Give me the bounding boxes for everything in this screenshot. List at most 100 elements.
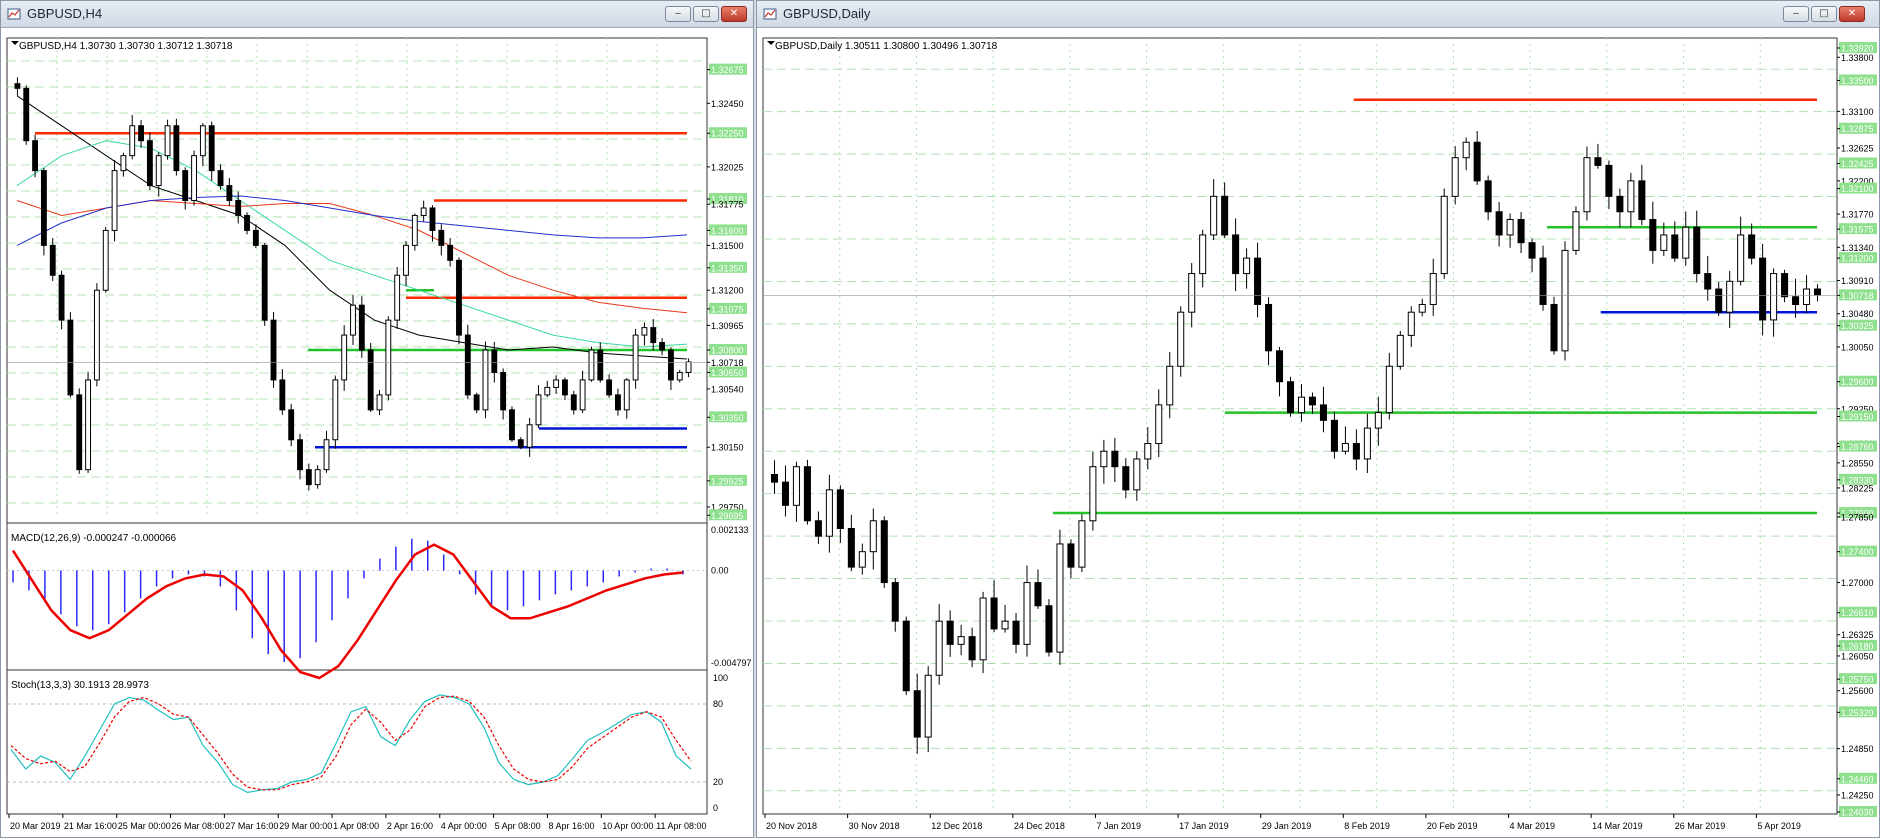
minimize-button[interactable]: ‒ — [665, 6, 691, 22]
candle-body — [1495, 211, 1503, 236]
candle-body — [579, 379, 586, 411]
time-axis-label: 20 Feb 2019 — [1427, 821, 1478, 831]
price-scale-label: 1.32425 — [1841, 159, 1874, 169]
candle-body — [279, 379, 286, 411]
candle-body — [1166, 365, 1174, 406]
price-scale-label: 1.26325 — [1841, 630, 1874, 640]
price-scale-label: 1.33100 — [1841, 107, 1874, 117]
candle-body — [473, 394, 480, 411]
candle-body — [1671, 234, 1679, 259]
candle-body — [825, 489, 833, 537]
candle-body — [102, 229, 109, 291]
daily-chart-canvas[interactable]: 1.339201.338001.335001.331001.328751.326… — [757, 28, 1879, 838]
candle-body — [597, 349, 604, 381]
h4-chart-header: GBPUSD,H4 1.30730 1.30730 1.30712 1.3071… — [19, 41, 233, 52]
candle-body — [58, 274, 65, 321]
daily-window-title: GBPUSD,Daily — [783, 6, 871, 21]
candle-body — [685, 361, 692, 373]
price-scale-label: 1.24850 — [1841, 744, 1874, 754]
candle-body — [659, 342, 666, 351]
candle-body — [1308, 396, 1316, 406]
candle-body — [935, 620, 943, 676]
candle-body — [562, 379, 568, 396]
candle-body — [957, 636, 965, 645]
price-scale-label: 1.27400 — [1841, 547, 1874, 557]
candle-body — [1122, 466, 1130, 491]
candle-body — [1374, 412, 1382, 429]
candle-body — [1583, 157, 1591, 213]
price-scale-label: 1.30965 — [711, 321, 744, 331]
price-scale-label: 1.29695 — [711, 511, 744, 521]
maximize-button[interactable]: □ — [1811, 6, 1837, 22]
candle-body — [323, 439, 330, 471]
candle-body — [1265, 303, 1273, 352]
candle-body — [297, 439, 303, 471]
price-scale-label: 1.28760 — [1841, 442, 1874, 452]
daily-window-titlebar[interactable]: GBPUSD,Daily ‒ □ ✕ — [757, 1, 1879, 28]
candle-body — [1627, 180, 1635, 213]
minimize-button[interactable]: ‒ — [1783, 6, 1809, 22]
maximize-button[interactable]: □ — [693, 6, 719, 22]
price-scale-label: 1.31600 — [711, 226, 744, 236]
candle-body — [456, 259, 462, 336]
candle-body — [1781, 273, 1789, 298]
candle-body — [1429, 273, 1437, 305]
time-axis-label: 24 Dec 2018 — [1014, 821, 1065, 831]
candle-body — [49, 244, 56, 276]
price-scale-label: 1.30050 — [1841, 342, 1874, 352]
time-axis-label: 29 Mar 00:00 — [279, 821, 332, 831]
candle-body — [191, 155, 197, 202]
candle-body — [1572, 211, 1580, 251]
candle-body — [464, 334, 471, 396]
time-axis-label: 10 Apr 00:00 — [602, 821, 653, 831]
time-axis-label: 5 Apr 08:00 — [495, 821, 541, 831]
candle-body — [641, 327, 648, 336]
close-button[interactable]: ✕ — [721, 6, 747, 22]
candle-body — [420, 207, 427, 216]
candle-body — [781, 481, 789, 506]
candle-body — [1034, 582, 1042, 607]
h4-chart-canvas[interactable]: 0.002133 0.00 -0.004797 100 80 20 0 1.32675 1.… — [1, 28, 753, 838]
candle-body — [1341, 443, 1349, 452]
candle-body — [509, 409, 515, 441]
price-scale-label: 1.31500 — [711, 241, 744, 251]
candle-body — [438, 229, 445, 246]
candle-body — [235, 200, 242, 216]
candle-body — [146, 140, 153, 187]
candle-body — [650, 327, 657, 344]
time-axis-label: 27 Mar 16:00 — [225, 821, 278, 831]
candle-body — [553, 379, 560, 388]
price-scale-label: 1.30718 — [711, 358, 744, 368]
h4-window-titlebar[interactable]: GBPUSD,H4 ‒ □ ✕ — [1, 1, 753, 28]
price-scale-label: 1.30650 — [711, 368, 744, 378]
candle-body — [990, 597, 998, 630]
price-scale-label: 1.26050 — [1841, 651, 1874, 661]
candle-body — [1078, 520, 1086, 568]
candle-body — [1528, 242, 1536, 259]
candle-body — [1396, 334, 1404, 367]
price-scale-label: 1.32625 — [1841, 144, 1874, 154]
candle-body — [615, 394, 621, 411]
time-axis-label: 26 Mar 2019 — [1675, 821, 1726, 831]
candle-body — [1770, 273, 1778, 321]
candle-body — [93, 289, 100, 381]
candle-body — [1297, 396, 1306, 414]
price-scale-label: 1.31200 — [1841, 254, 1874, 264]
h4-chart-window: GBPUSD,H4 ‒ □ ✕ 0.002133 0.00 -0.004797 10… — [0, 0, 754, 838]
candle-body — [111, 170, 118, 231]
candle-body — [1133, 458, 1141, 491]
candle-body — [85, 379, 91, 471]
price-scale-label: 1.29150 — [1841, 412, 1874, 422]
candle-body — [632, 334, 639, 381]
candle-body — [1462, 141, 1470, 159]
time-axis-label: 30 Nov 2018 — [849, 821, 900, 831]
candle-body — [1704, 273, 1712, 290]
candle-body — [588, 349, 595, 381]
h4-window-title: GBPUSD,H4 — [27, 6, 103, 21]
candle-body — [544, 386, 551, 396]
close-button[interactable]: ✕ — [1839, 6, 1865, 22]
candle-body — [376, 394, 383, 411]
candle-body — [517, 439, 524, 448]
candle-body — [902, 620, 910, 692]
candle-body — [244, 214, 250, 231]
